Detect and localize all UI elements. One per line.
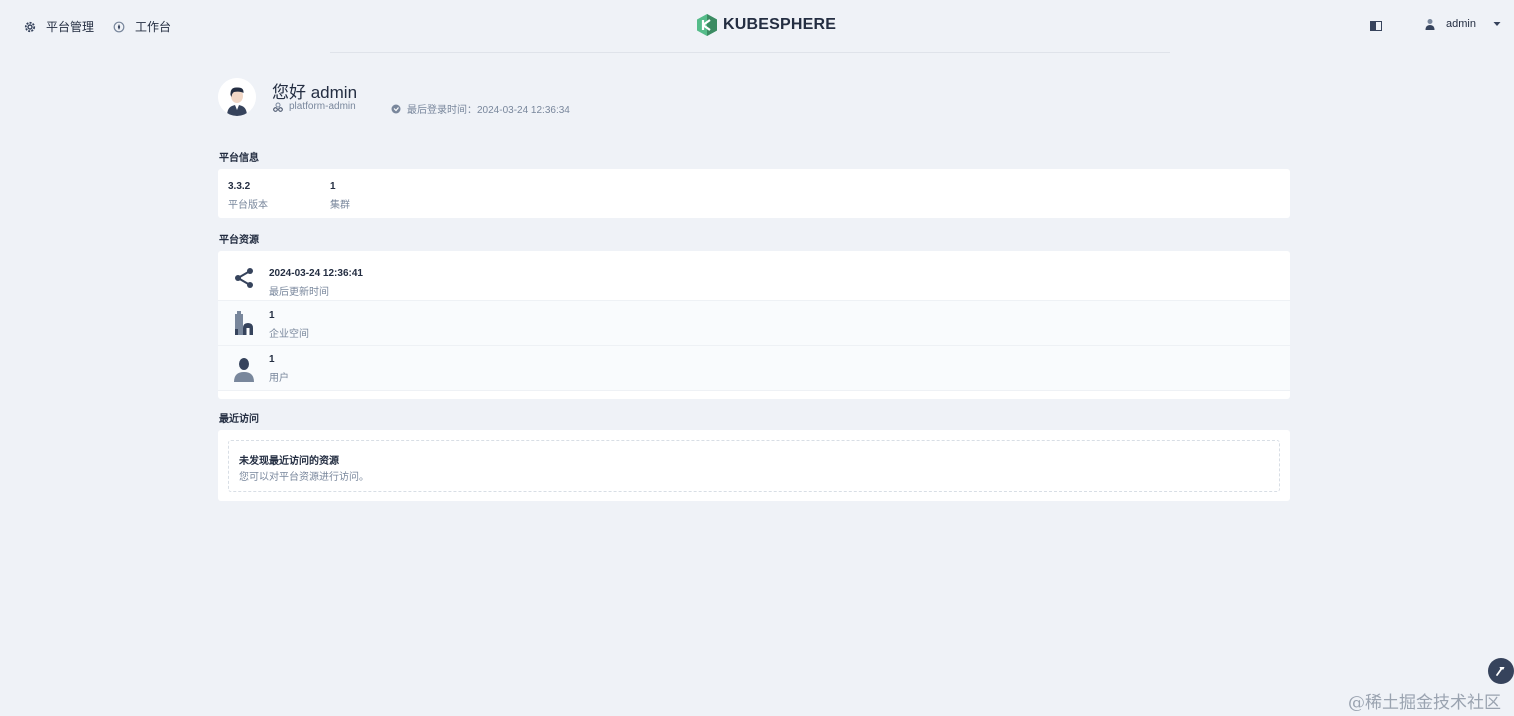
floating-toolbox-button[interactable]: [1488, 658, 1514, 684]
platform-info-card: 3.3.2 平台版本 1 集群: [218, 169, 1290, 218]
cluster-count-value: 1: [330, 181, 336, 192]
user-icon: [234, 358, 254, 382]
platform-management-label: 平台管理: [46, 20, 95, 34]
greeting-title: 您好 admin: [272, 83, 358, 102]
cluster-count: 1 集群: [330, 181, 350, 211]
platform-version-label: 平台版本: [228, 200, 268, 211]
resource-row-last-updated: 2024-03-24 12:36:41 最后更新时间: [218, 256, 1290, 300]
role-info: platform-admin: [273, 101, 356, 112]
resource-workspaces-value: 1: [269, 310, 275, 321]
workbench-link[interactable]: 工作台: [113, 18, 171, 35]
gear-icon: [24, 21, 36, 32]
resource-users: 1 用户: [269, 354, 289, 384]
user-name: admin: [1446, 18, 1476, 30]
last-login-label: 最后登录时间：2024-03-24 12:36:34: [407, 105, 570, 116]
user-menu[interactable]: admin: [1424, 18, 1502, 30]
resource-users-value: 1: [269, 354, 275, 365]
platform-management-link[interactable]: 平台管理: [24, 18, 94, 35]
resource-row-users[interactable]: 1 用户: [218, 346, 1290, 390]
resource-last-updated-value: 2024-03-24 12:36:41: [269, 268, 363, 279]
avatar: [218, 78, 256, 116]
platform-resources-title: 平台资源: [219, 235, 259, 246]
resource-row-workspaces[interactable]: 1 企业空间: [218, 301, 1290, 345]
admin-avatar-illustration: [218, 78, 256, 116]
recent-visits-title: 最近访问: [219, 414, 259, 425]
resource-last-updated: 2024-03-24 12:36:41 最后更新时间: [269, 268, 363, 298]
chevron-down-icon: [1493, 22, 1501, 26]
resource-last-updated-label: 最后更新时间: [269, 287, 329, 298]
resource-workspaces: 1 企业空间: [269, 310, 309, 340]
topnav-divider: [330, 52, 1170, 53]
page: 平台管理 工作台 KUBESPHERE admin 您好 admin platf…: [0, 0, 1514, 716]
platform-version: 3.3.2 平台版本: [228, 181, 268, 211]
user-avatar-icon: [1425, 19, 1435, 30]
recent-empty-description: 您可以对平台资源进行访问。: [239, 472, 369, 483]
workbench-label: 工作台: [135, 20, 172, 34]
top-navbar: 平台管理 工作台 KUBESPHERE admin: [0, 0, 1514, 52]
clock-icon: [391, 104, 401, 113]
platform-resources-card: 2024-03-24 12:36:41 最后更新时间 1 企业空间 1 用户: [218, 251, 1290, 399]
platform-version-value: 3.3.2: [228, 181, 251, 192]
documentation-icon[interactable]: [1370, 21, 1382, 31]
role-icon: [273, 102, 283, 112]
role-label: platform-admin: [289, 101, 356, 112]
watermark: @稀土掘金技术社区: [1348, 693, 1501, 713]
kubesphere-logo[interactable]: KUBESPHERE: [697, 14, 836, 36]
logo-text: KUBESPHERE: [723, 16, 837, 33]
resource-users-label: 用户: [269, 373, 289, 384]
resource-workspaces-label: 企业空间: [269, 329, 309, 340]
recent-visits-card: 未发现最近访问的资源 您可以对平台资源进行访问。: [218, 430, 1290, 501]
last-login-info: 最后登录时间：2024-03-24 12:36:34: [391, 101, 570, 116]
recent-empty-title: 未发现最近访问的资源: [239, 456, 339, 467]
cluster-count-label: 集群: [330, 200, 350, 211]
platform-info-title: 平台信息: [219, 153, 259, 164]
kubesphere-logo-icon: [697, 14, 717, 36]
resource-divider: [218, 390, 1290, 391]
compass-icon: [113, 21, 125, 32]
share-nodes-icon: [235, 268, 253, 288]
hammer-icon: [1496, 667, 1505, 676]
workspace-icon: [235, 311, 253, 335]
recent-empty-state: 未发现最近访问的资源 您可以对平台资源进行访问。: [228, 440, 1280, 492]
